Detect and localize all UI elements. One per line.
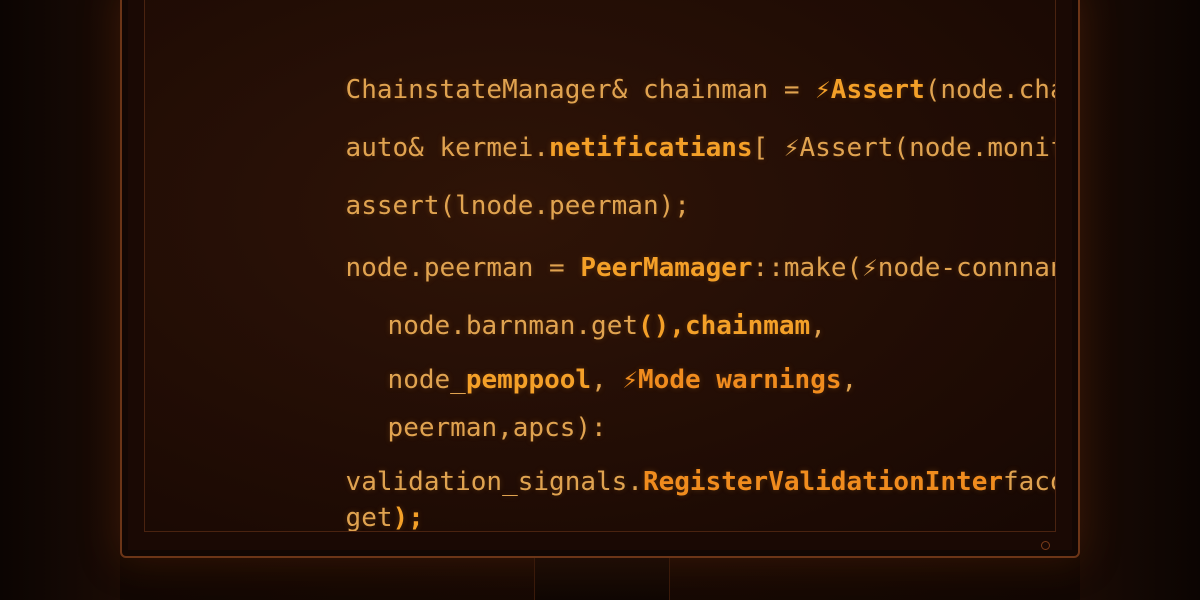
code-token: auto& kermei.	[345, 133, 550, 163]
right-shadow	[1080, 0, 1200, 600]
left-shadow	[0, 0, 120, 600]
code-token: ChainstateManager& chainman =	[345, 75, 816, 105]
code-token: node.peerman =	[345, 253, 581, 283]
code-line-9: get);	[189, 479, 424, 532]
code-block: ChainstateManager& chainman = ⚡Assert(no…	[189, 39, 1055, 531]
code-token: ,	[810, 311, 826, 341]
code-token-keyword: );	[392, 503, 424, 532]
code-token-keyword: RegisterValidationInter	[642, 467, 1003, 497]
code-token-keyword: PeerMamager	[580, 253, 753, 283]
code-token-keyword: (),chainmam	[638, 311, 811, 341]
code-token: ,	[841, 365, 858, 395]
code-token: (node.chaimman);	[924, 75, 1055, 105]
code-token: [ ⚡Assert(node.monifications);	[752, 133, 1055, 163]
code-token: assert(lnode.peerman);	[345, 191, 690, 221]
code-token: get	[345, 503, 393, 532]
monitor-stand	[534, 558, 670, 600]
code-token-keyword: ⚡Mode warnings	[622, 365, 842, 395]
code-token: peerman,apcs):	[387, 413, 607, 443]
code-token: ::make(⚡node-connnan,	[752, 253, 1056, 283]
code-token-keyword: ⚡Assert	[815, 75, 925, 105]
monitor-screen: ChainstateManager& chainman = ⚡Assert(no…	[144, 0, 1056, 532]
code-token-keyword: netificatians	[549, 133, 753, 163]
monitor-frame: ChainstateManager& chainman = ⚡Assert(no…	[120, 0, 1080, 558]
scene-background: ChainstateManager& chainman = ⚡Assert(no…	[0, 0, 1200, 600]
power-indicator-icon	[1041, 541, 1050, 550]
code-token: facode.peerman	[1003, 467, 1055, 497]
code-token: node.barnman.get	[387, 311, 638, 341]
